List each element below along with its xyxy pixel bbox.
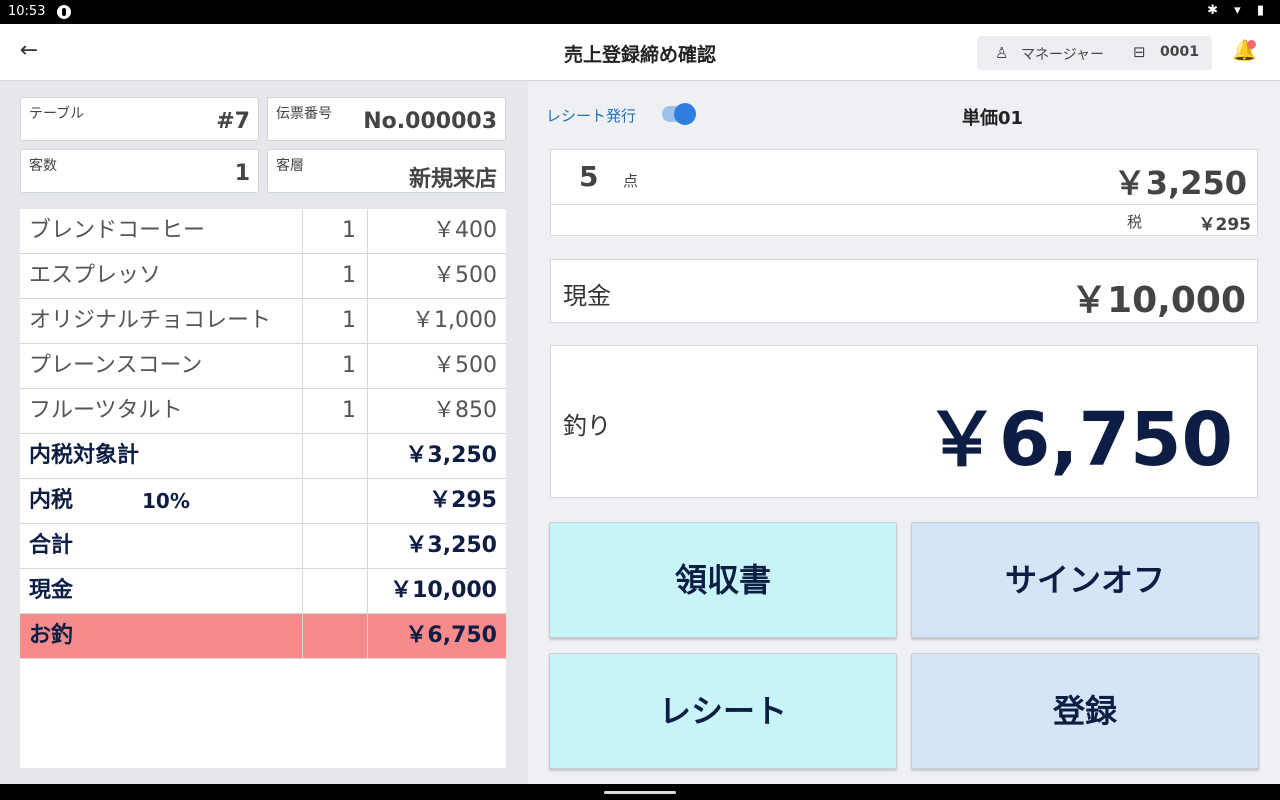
app-bar: ← 売上登録締め確認 ♙ マネージャー ⊟ 0001 🔔 [0, 24, 1280, 81]
item-qty: 1 [303, 344, 368, 388]
change-label: お釣 [20, 614, 303, 658]
table-label: テーブル [29, 106, 85, 122]
tax-amount: ￥295 [1198, 215, 1252, 235]
item-qty: 1 [303, 389, 368, 433]
table-box: テーブル #7 [20, 97, 259, 141]
item-price: ￥1,000 [412, 308, 497, 333]
item-qty: 1 [303, 254, 368, 298]
receipt-toggle[interactable] [662, 103, 696, 125]
price-mode: 単価01 [962, 108, 1024, 129]
person-icon: ♙ [995, 44, 1009, 62]
status-bar: 10:53 ✱ ▾ ▮ [0, 0, 1280, 24]
register-icon: ⊟ [1133, 43, 1146, 61]
receipt-slip-button[interactable]: 領収書 [549, 522, 897, 638]
register-button[interactable]: 登録 [911, 653, 1259, 769]
table-row[interactable]: エスプレッソ 1 ￥500 [20, 254, 506, 299]
home-gesture-handle[interactable] [604, 791, 676, 794]
back-arrow-icon[interactable]: ← [14, 36, 44, 66]
cash-label: 現金 [20, 569, 303, 613]
item-price: ￥500 [433, 353, 497, 378]
table-row[interactable]: プレーンスコーン 1 ￥500 [20, 344, 506, 389]
item-name: ブレンドコーヒー [20, 209, 303, 253]
total-value: ￥3,250 [405, 533, 497, 558]
table-row[interactable]: フルーツタルト 1 ￥850 [20, 389, 506, 434]
cash-label: 現金 [563, 282, 611, 310]
cash-value: ￥10,000 [390, 578, 497, 603]
total-amount: ￥3,250 [1113, 164, 1247, 202]
table-row[interactable]: ブレンドコーヒー 1 ￥400 [20, 209, 506, 254]
tax-label: 内税 [29, 488, 74, 513]
total-label: 合計 [20, 524, 303, 568]
order-panel: テーブル #7 伝票番号 No.000003 客数 1 客層 新規来店 ブレンド… [0, 81, 528, 784]
customer-type-value: 新規来店 [408, 167, 497, 192]
sign-off-button[interactable]: サインオフ [911, 522, 1259, 638]
notification-icon [57, 5, 71, 19]
cash-amount: ￥10,000 [1071, 280, 1246, 321]
item-count: 5 [579, 160, 599, 193]
divider [551, 204, 1257, 205]
tax-label: 税 [1127, 213, 1143, 231]
slip-box: 伝票番号 No.000003 [267, 97, 506, 141]
guests-label: 客数 [29, 158, 57, 174]
bell-icon[interactable]: 🔔 [1232, 38, 1258, 66]
item-qty: 1 [303, 209, 368, 253]
item-count-unit: 点 [623, 172, 639, 190]
change-value: ￥6,750 [405, 623, 497, 648]
customer-type-box: 客層 新規来店 [267, 149, 506, 193]
item-price: ￥500 [433, 263, 497, 288]
change-amount: ￥6,750 [924, 397, 1233, 483]
system-icons: ✱ ▾ ▮ [1207, 3, 1270, 18]
table-value: #7 [216, 109, 250, 134]
customer-type-label: 客層 [276, 158, 304, 174]
receipt-button[interactable]: レシート [549, 653, 897, 769]
total-panel: 5 点 ￥3,250 税 ￥295 [550, 149, 1258, 236]
toggle-knob [674, 103, 696, 125]
table-row[interactable]: オリジナルチョコレート 1 ￥1,000 [20, 299, 506, 344]
item-price: ￥850 [433, 398, 497, 423]
slip-value: No.000003 [363, 109, 497, 134]
checkout-panel: レシート発行 単価01 5 点 ￥3,250 税 ￥295 現金 ￥10,000… [528, 81, 1280, 784]
main-content: テーブル #7 伝票番号 No.000003 客数 1 客層 新規来店 ブレンド… [0, 81, 1280, 784]
user-name: マネージャー [1021, 47, 1105, 63]
taxable-value: ￥3,250 [405, 443, 497, 468]
tax-row: 内税 10% ￥295 [20, 479, 506, 524]
taxable-label: 内税対象計 [20, 434, 303, 478]
cash-row: 現金 ￥10,000 [20, 569, 506, 614]
status-time: 10:53 [8, 4, 46, 19]
change-label: 釣り [563, 412, 611, 440]
change-row: お釣 ￥6,750 [20, 614, 506, 659]
guests-value: 1 [234, 161, 250, 186]
item-qty: 1 [303, 299, 368, 343]
tax-rate: 10% [142, 489, 190, 513]
register-number: 0001 [1160, 44, 1199, 60]
item-price: ￥400 [433, 218, 497, 243]
total-row: 合計 ￥3,250 [20, 524, 506, 569]
taxable-subtotal-row: 内税対象計 ￥3,250 [20, 434, 506, 479]
receipt-toggle-label: レシート発行 [546, 107, 637, 125]
tax-value: ￥295 [429, 488, 497, 513]
change-panel: 釣り ￥6,750 [550, 345, 1258, 498]
slip-label: 伝票番号 [276, 106, 332, 122]
item-name: オリジナルチョコレート [20, 299, 303, 343]
guests-box: 客数 1 [20, 149, 259, 193]
navigation-bar [0, 784, 1280, 800]
items-table: ブレンドコーヒー 1 ￥400 エスプレッソ 1 ￥500 オリジナルチョコレー… [20, 209, 506, 768]
notification-badge [1247, 40, 1256, 49]
user-info-box[interactable]: ♙ マネージャー ⊟ 0001 [977, 36, 1212, 70]
cash-panel: 現金 ￥10,000 [550, 259, 1258, 323]
item-name: プレーンスコーン [20, 344, 303, 388]
item-name: フルーツタルト [20, 389, 303, 433]
item-name: エスプレッソ [20, 254, 303, 298]
